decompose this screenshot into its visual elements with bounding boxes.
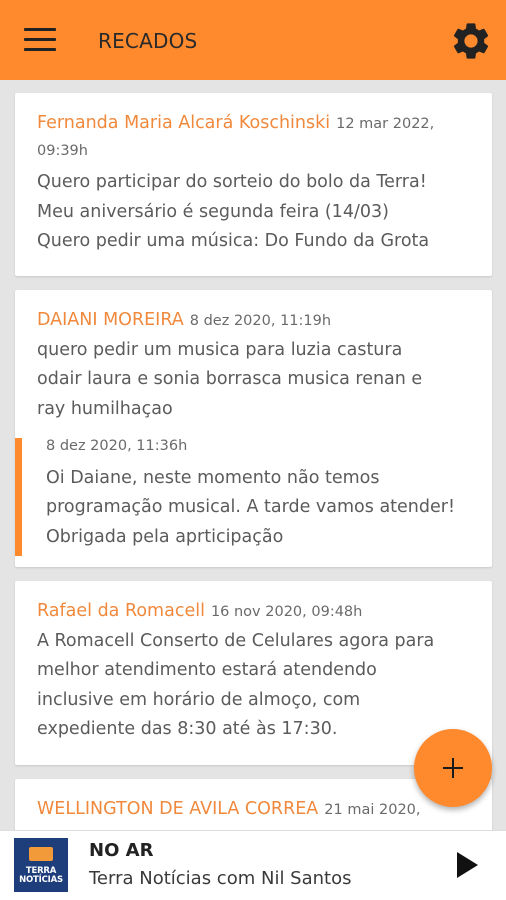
- message-header: Rafael da Romacell 16 nov 2020, 09:48h: [37, 601, 470, 631]
- message-text-line: Quero participar do sorteio do bolo da T…: [37, 172, 427, 192]
- message-author: DAIANI MOREIRA: [37, 310, 184, 330]
- message-text-line: ray humilhaçao: [37, 398, 173, 419]
- message-author: Fernanda Maria Alcará Koschinski: [37, 113, 331, 133]
- message-header: DAIANI MOREIRA 8 dez 2020, 11:19h: [37, 310, 470, 340]
- reply-accent-bar: [15, 438, 22, 556]
- message-date: 21 mai 2020,: [324, 802, 421, 818]
- gear-icon[interactable]: [449, 19, 493, 63]
- message-card[interactable]: Fernanda Maria Alcará Koschinski 12 mar …: [15, 93, 492, 276]
- message-author: WELLINGTON DE AVILA CORREA: [37, 799, 319, 819]
- message-date: 16 nov 2020, 09:48h: [210, 604, 363, 620]
- message-header: WELLINGTON DE AVILA CORREA 21 mai 2020,: [37, 799, 470, 829]
- message-text-line: Meu aniversário é segunda feira (14/03): [37, 201, 389, 222]
- reply-date: 8 dez 2020, 11:36h: [46, 438, 188, 454]
- message-text-line: quero pedir um musica para luzia castura: [37, 339, 403, 360]
- message-text-line: inclusive em horário de almoço, com: [37, 689, 361, 710]
- program-title: Terra Notícias com Nil Santos: [89, 868, 352, 889]
- radio-player-bar[interactable]: TERRA NOTÍCIAS NO AR Terra Notícias com …: [0, 830, 506, 900]
- add-message-button[interactable]: [414, 729, 492, 807]
- message-date: 12 mar 2022,: [336, 116, 435, 132]
- plus-icon: [443, 758, 463, 778]
- station-logo: TERRA NOTÍCIAS: [14, 838, 68, 892]
- app-bar: RECADOS: [0, 0, 506, 80]
- message-text-line: Quero pedir uma música: Do Fundo da Grot…: [37, 231, 430, 251]
- reply-date-line: 8 dez 2020, 11:36h: [46, 438, 470, 468]
- message-header: Fernanda Maria Alcará Koschinski 12 mar …: [37, 113, 470, 143]
- message-text-line: expediente das 8:30 até às 17:30.: [37, 719, 338, 739]
- on-air-label: NO AR: [89, 840, 154, 861]
- reply-text-line: Obrigada pela aprticipação: [46, 526, 284, 547]
- message-date: 8 dez 2020, 11:19h: [189, 313, 332, 329]
- logo-emblem: [29, 847, 53, 861]
- messages-feed[interactable]: Fernanda Maria Alcará Koschinski 12 mar …: [0, 80, 506, 830]
- reply-text-line: Oi Daiane, neste momento não temos: [46, 467, 380, 488]
- message-card[interactable]: DAIANI MOREIRA 8 dez 2020, 11:19h quero …: [15, 290, 492, 567]
- reply-text-line: programação musical. A tarde vamos atend…: [46, 497, 455, 517]
- message-card[interactable]: Rafael da Romacell 16 nov 2020, 09:48h A…: [15, 581, 492, 765]
- menu-icon[interactable]: [24, 28, 58, 52]
- message-text-line: A Romacell Conserto de Celulares agora p…: [37, 630, 435, 651]
- play-icon[interactable]: [450, 848, 482, 882]
- reply-block: 8 dez 2020, 11:36h Oi Daiane, neste mome…: [15, 438, 492, 556]
- message-text-line: melhor atendimento estará atendendo: [37, 660, 377, 680]
- message-author: Rafael da Romacell: [37, 601, 205, 621]
- message-date-continued: 09:39h: [37, 142, 88, 159]
- message-text-line: odair laura e sonia borrasca musica rena…: [37, 369, 423, 389]
- page-title: RECADOS: [98, 29, 198, 53]
